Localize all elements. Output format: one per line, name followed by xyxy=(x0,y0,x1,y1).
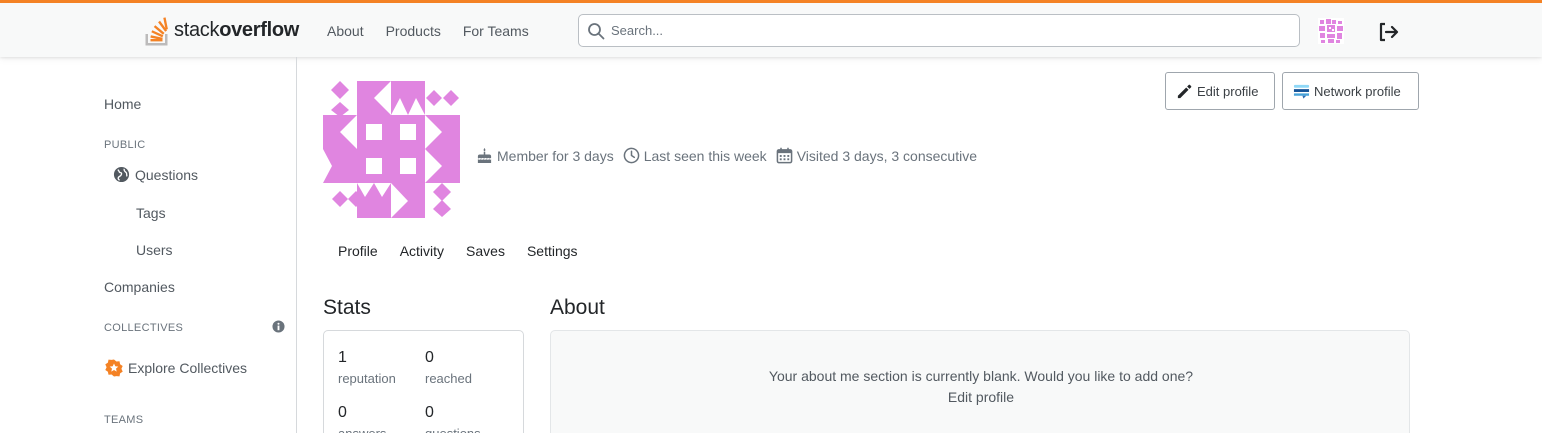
stat-reputation: 1 reputation xyxy=(338,349,396,386)
network-profile-label: Network profile xyxy=(1314,83,1401,99)
search-box xyxy=(578,14,1300,47)
nav-for-teams[interactable]: For Teams xyxy=(452,17,540,45)
sidebar-item-explore-collectives-label: Explore Collectives xyxy=(128,360,248,376)
left-sidebar: Home PUBLIC Questions Tags Users Compani… xyxy=(0,57,297,433)
stat-questions: 0 questions xyxy=(425,404,481,433)
pencil-icon xyxy=(1177,84,1192,98)
logo-text-overflow: overflow xyxy=(219,18,300,41)
sidebar-item-users[interactable]: Users xyxy=(136,242,173,258)
sidebar-item-questions-label: Questions xyxy=(135,166,199,183)
member-for: Member for 3 days xyxy=(476,147,614,164)
member-for-text: Member for 3 days xyxy=(497,147,614,164)
about-edit-profile-link[interactable]: Edit profile xyxy=(551,389,1411,405)
visited: Visited 3 days, 3 consecutive xyxy=(776,147,977,164)
top-nav: About Products For Teams xyxy=(316,17,540,45)
logo-text-stack: stack xyxy=(174,18,220,41)
about-card: Your about me section is currently blank… xyxy=(550,330,1410,433)
profile-tabs: Profile Activity Saves Settings xyxy=(327,237,589,265)
last-seen: Last seen this week xyxy=(623,147,767,164)
network-profile-button[interactable]: Network profile xyxy=(1282,72,1419,110)
collectives-icon xyxy=(105,359,123,377)
nav-about[interactable]: About xyxy=(316,17,375,45)
stat-answers: 0 answers xyxy=(338,404,386,433)
profile-main: Member for 3 days Last seen this week Vi… xyxy=(297,57,1542,433)
stat-reached: 0 reached xyxy=(425,349,472,386)
sidebar-heading-public: PUBLIC xyxy=(104,139,146,151)
stat-value: 0 xyxy=(425,349,434,366)
edit-profile-button[interactable]: Edit profile xyxy=(1165,72,1275,110)
search-icon xyxy=(587,22,605,40)
about-blank-text: Your about me section is currently blank… xyxy=(768,368,1194,384)
top-bar: stackoverflow About Products For Teams xyxy=(0,0,1542,57)
sidebar-item-companies[interactable]: Companies xyxy=(104,279,175,295)
edit-profile-label: Edit profile xyxy=(1197,83,1259,99)
nav-products[interactable]: Products xyxy=(375,17,452,45)
tab-saves[interactable]: Saves xyxy=(455,237,516,265)
search-input[interactable] xyxy=(611,23,1251,38)
about-heading: About xyxy=(550,296,605,319)
globe-icon xyxy=(113,166,130,183)
stat-label: answers xyxy=(338,426,386,433)
visited-text: Visited 3 days, 3 consecutive xyxy=(796,147,977,164)
tab-settings[interactable]: Settings xyxy=(516,237,589,265)
stat-value: 0 xyxy=(425,404,434,421)
stack-exchange-icon xyxy=(1293,84,1310,99)
tab-profile[interactable]: Profile xyxy=(327,237,389,265)
tab-activity[interactable]: Activity xyxy=(389,237,455,265)
sidebar-item-questions[interactable]: Questions xyxy=(113,166,198,183)
sidebar-heading-collectives: COLLECTIVES xyxy=(104,322,184,334)
profile-avatar xyxy=(323,81,460,218)
sidebar-heading-teams: TEAMS xyxy=(104,414,144,426)
info-icon[interactable] xyxy=(272,320,285,333)
stats-card: 1 reputation 0 reached 0 answers 0 quest… xyxy=(323,330,524,433)
stat-label: reached xyxy=(425,371,472,386)
stat-value: 0 xyxy=(338,404,347,421)
cake-icon xyxy=(477,147,492,164)
calendar-icon xyxy=(776,147,793,164)
stat-value: 1 xyxy=(338,349,347,366)
stat-label: questions xyxy=(425,426,481,433)
sidebar-item-tags[interactable]: Tags xyxy=(136,205,166,221)
last-seen-text: Last seen this week xyxy=(643,147,767,164)
user-avatar[interactable] xyxy=(1318,18,1344,44)
logout-icon[interactable] xyxy=(1376,20,1400,44)
sidebar-item-explore-collectives[interactable]: Explore Collectives xyxy=(105,359,247,377)
sidebar-item-home[interactable]: Home xyxy=(104,96,141,112)
profile-meta: Member for 3 days Last seen this week Vi… xyxy=(476,147,986,164)
stackoverflow-logo[interactable]: stackoverflow xyxy=(145,13,299,47)
clock-icon xyxy=(623,147,640,164)
stackoverflow-logo-icon xyxy=(145,17,168,46)
stats-heading: Stats xyxy=(323,296,371,319)
stat-label: reputation xyxy=(338,371,396,386)
logo-text: stackoverflow xyxy=(174,19,299,42)
